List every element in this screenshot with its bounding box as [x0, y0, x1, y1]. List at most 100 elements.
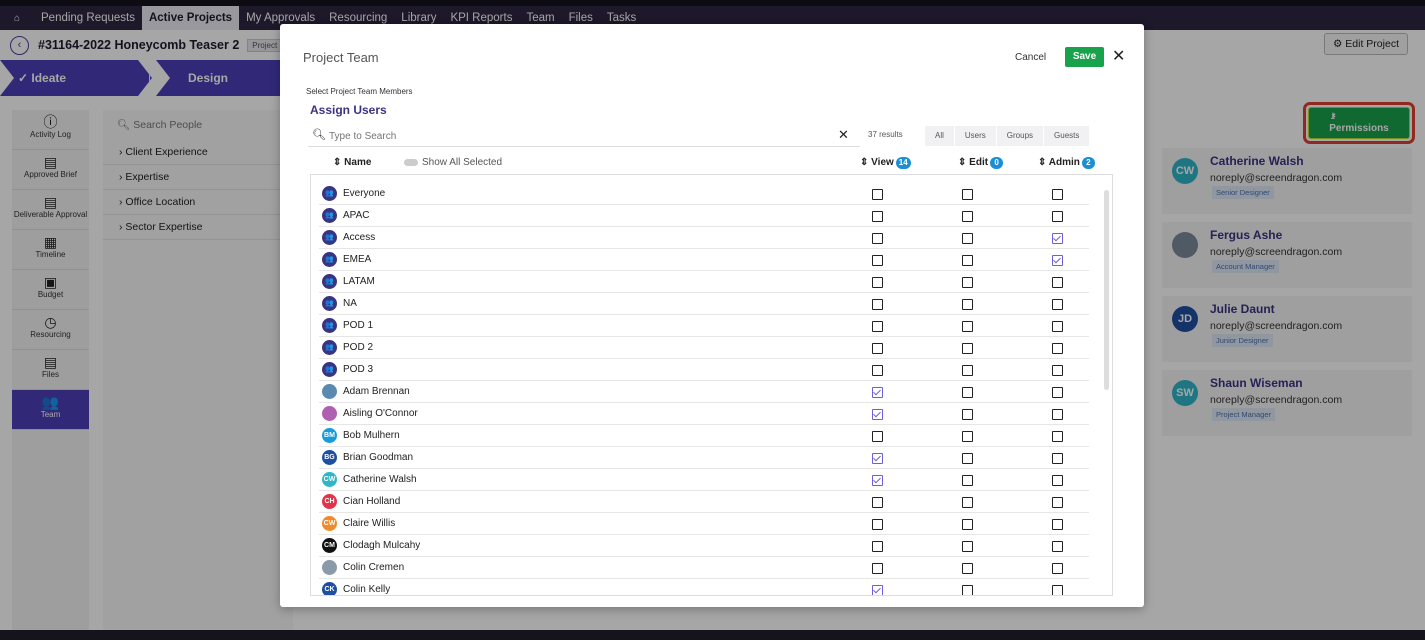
table-row: 👥 POD 3: [319, 359, 1089, 381]
admin-checkbox[interactable]: [1052, 365, 1063, 376]
view-checkbox[interactable]: [872, 321, 883, 332]
view-checkbox[interactable]: [872, 519, 883, 530]
row-name: LATAM: [343, 276, 375, 287]
edit-checkbox[interactable]: [962, 343, 973, 354]
view-checkbox[interactable]: [872, 431, 883, 442]
table-row: 👥 POD 1: [319, 315, 1089, 337]
admin-checkbox[interactable]: [1052, 343, 1063, 354]
table-row: CK Colin Kelly: [319, 579, 1089, 595]
admin-checkbox[interactable]: [1052, 277, 1063, 288]
view-checkbox[interactable]: [872, 299, 883, 310]
edit-checkbox[interactable]: [962, 541, 973, 552]
row-name: Colin Cremen: [343, 562, 405, 573]
edit-checkbox[interactable]: [962, 277, 973, 288]
admin-checkbox[interactable]: [1052, 475, 1063, 486]
edit-checkbox[interactable]: [962, 519, 973, 530]
modal-title: Project Team: [303, 50, 379, 65]
window-bottom-strip: [0, 630, 1425, 640]
col-view[interactable]: ⇕ View 14: [860, 157, 911, 169]
row-name: Colin Kelly: [343, 584, 391, 595]
scrollbar[interactable]: [1104, 190, 1109, 390]
admin-checkbox[interactable]: [1052, 585, 1063, 595]
view-checkbox[interactable]: [872, 563, 883, 574]
view-checkbox[interactable]: [872, 585, 883, 595]
row-name: NA: [343, 298, 357, 309]
edit-checkbox[interactable]: [962, 409, 973, 420]
view-checkbox[interactable]: [872, 343, 883, 354]
admin-checkbox[interactable]: [1052, 497, 1063, 508]
avatar: CW: [322, 516, 337, 531]
view-checkbox[interactable]: [872, 475, 883, 486]
search-input[interactable]: [329, 128, 809, 144]
view-checkbox[interactable]: [872, 497, 883, 508]
view-checkbox[interactable]: [872, 189, 883, 200]
filter-groups[interactable]: Groups: [996, 126, 1045, 146]
edit-checkbox[interactable]: [962, 387, 973, 398]
save-button[interactable]: Save: [1065, 47, 1104, 67]
view-checkbox[interactable]: [872, 541, 883, 552]
edit-checkbox[interactable]: [962, 321, 973, 332]
view-checkbox[interactable]: [872, 387, 883, 398]
view-checkbox[interactable]: [872, 211, 883, 222]
view-checkbox[interactable]: [872, 233, 883, 244]
admin-checkbox[interactable]: [1052, 299, 1063, 310]
table-header: ⇕ Name Show All Selected ⇕ View 14 ⇕ Edit…: [310, 152, 1110, 172]
edit-checkbox[interactable]: [962, 453, 973, 464]
admin-checkbox[interactable]: [1052, 189, 1063, 200]
col-name[interactable]: ⇕ Name: [333, 157, 371, 168]
avatar: [322, 560, 337, 575]
avatar: CH: [322, 494, 337, 509]
edit-checkbox[interactable]: [962, 299, 973, 310]
table-row: 👥 NA: [319, 293, 1089, 315]
group-icon: 👥: [322, 340, 337, 355]
filter-users[interactable]: Users: [954, 126, 997, 146]
admin-checkbox[interactable]: [1052, 387, 1063, 398]
table-row: 👥 APAC: [319, 205, 1089, 227]
cancel-button[interactable]: Cancel: [1015, 52, 1046, 63]
modal-subtitle: Select Project Team Members: [306, 87, 413, 96]
view-checkbox[interactable]: [872, 277, 883, 288]
show-all-selected-toggle[interactable]: Show All Selected: [404, 157, 502, 168]
avatar: CW: [322, 472, 337, 487]
col-edit[interactable]: ⇕ Edit 0: [958, 157, 1004, 169]
user-list: 👥 Everyone 👥 APAC 👥 Access 👥 EMEA 👥 LATAM 👥 NA 👥 POD …: [310, 174, 1113, 596]
filter-guests[interactable]: Guests: [1044, 126, 1091, 146]
avatar: [322, 406, 337, 421]
row-name: Aisling O'Connor: [343, 408, 418, 419]
view-checkbox[interactable]: [872, 365, 883, 376]
edit-checkbox[interactable]: [962, 431, 973, 442]
admin-checkbox[interactable]: [1052, 453, 1063, 464]
admin-checkbox[interactable]: [1052, 321, 1063, 332]
admin-checkbox[interactable]: [1052, 541, 1063, 552]
edit-checkbox[interactable]: [962, 563, 973, 574]
admin-checkbox[interactable]: [1052, 431, 1063, 442]
close-icon[interactable]: ✕: [1112, 46, 1125, 66]
search-icon: 🔍︎: [312, 129, 326, 141]
col-admin[interactable]: ⇕ Admin 2: [1038, 157, 1095, 169]
view-checkbox[interactable]: [872, 255, 883, 266]
admin-checkbox[interactable]: [1052, 563, 1063, 574]
edit-checkbox[interactable]: [962, 255, 973, 266]
admin-checkbox[interactable]: [1052, 255, 1063, 266]
admin-checkbox[interactable]: [1052, 211, 1063, 222]
edit-checkbox[interactable]: [962, 497, 973, 508]
table-row: BM Bob Mulhern: [319, 425, 1089, 447]
table-row: 👥 Everyone: [319, 183, 1089, 205]
clear-icon[interactable]: ✕: [838, 127, 849, 143]
edit-checkbox[interactable]: [962, 233, 973, 244]
filter-all[interactable]: All: [925, 126, 955, 146]
group-icon: 👥: [322, 252, 337, 267]
edit-checkbox[interactable]: [962, 585, 973, 595]
group-icon: 👥: [322, 230, 337, 245]
edit-checkbox[interactable]: [962, 189, 973, 200]
admin-checkbox[interactable]: [1052, 233, 1063, 244]
edit-checkbox[interactable]: [962, 475, 973, 486]
edit-checkbox[interactable]: [962, 365, 973, 376]
view-checkbox[interactable]: [872, 453, 883, 464]
edit-checkbox[interactable]: [962, 211, 973, 222]
admin-checkbox[interactable]: [1052, 519, 1063, 530]
view-checkbox[interactable]: [872, 409, 883, 420]
admin-checkbox[interactable]: [1052, 409, 1063, 420]
project-team-modal: Project Team Cancel Save ✕ Select Projec…: [280, 24, 1144, 607]
avatar: BM: [322, 428, 337, 443]
